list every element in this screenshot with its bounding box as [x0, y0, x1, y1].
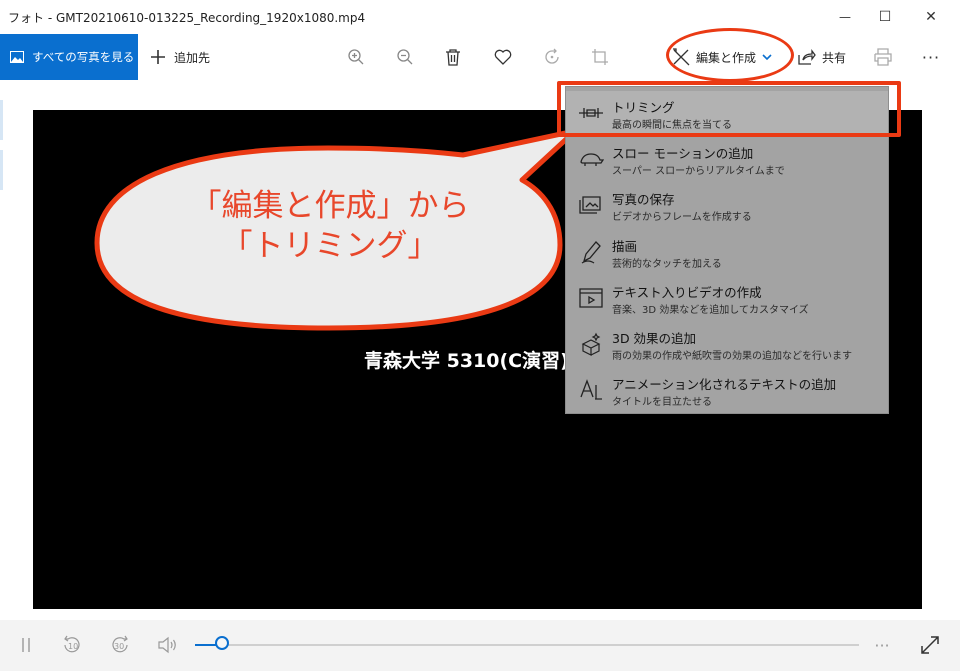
menu-item-subtitle: 雨の効果の作成や紙吹雪の効果の追加などを行います	[612, 351, 852, 362]
menu-item-5[interactable]: テキスト入りビデオの作成音楽、3D 効果などを追加してカスタマイズ	[566, 276, 888, 322]
menu-item-title: 写真の保存	[612, 192, 675, 208]
menu-item-title: 描画	[612, 238, 638, 254]
menu-item-title: テキスト入りビデオの作成	[612, 284, 762, 300]
menu-item-subtitle: スーパー スローからリアルタイムまで	[612, 166, 785, 178]
menu-item-subtitle: 音楽、3D 効果などを追加してカスタマイズ	[612, 304, 809, 316]
menu-item-title: 3D 効果の追加	[612, 331, 697, 346]
video-text-icon	[578, 285, 604, 311]
save-photo-icon	[578, 192, 604, 218]
menu-item-title: スロー モーションの追加	[612, 146, 754, 162]
menu-item-4[interactable]: 描画芸術的なタッチを加える	[566, 230, 888, 276]
menu-item-subtitle: タイトルを目立たせる	[612, 397, 712, 409]
pen-icon	[578, 239, 604, 265]
menu-item-title: アニメーション化されるテキストの追加	[612, 377, 837, 393]
menu-item-subtitle: ビデオからフレームを作成する	[612, 212, 752, 224]
speech-bubble-text: 「編集と作成」から 「トリミング」	[120, 186, 540, 266]
speech-bubble-line-2: 「トリミング」	[221, 228, 439, 264]
speech-bubble-line-1: 「編集と作成」から	[190, 188, 470, 224]
trimming-highlight-box	[557, 81, 901, 137]
edit-create-highlight-circle	[666, 28, 794, 82]
menu-item-2[interactable]: スロー モーションの追加スーパー スローからリアルタイムまで	[566, 137, 888, 183]
turtle-icon	[578, 146, 604, 172]
animated-text-icon	[578, 377, 604, 403]
menu-item-3[interactable]: 写真の保存ビデオからフレームを作成する	[566, 183, 888, 229]
menu-item-subtitle: 芸術的なタッチを加える	[612, 258, 722, 270]
menu-item-7[interactable]: アニメーション化されるテキストの追加タイトルを目立たせる	[566, 368, 888, 414]
menu-item-6[interactable]: 3D 効果の追加雨の効果の作成や紙吹雪の効果の追加などを行います	[566, 322, 888, 368]
3d-effects-icon	[578, 331, 604, 357]
